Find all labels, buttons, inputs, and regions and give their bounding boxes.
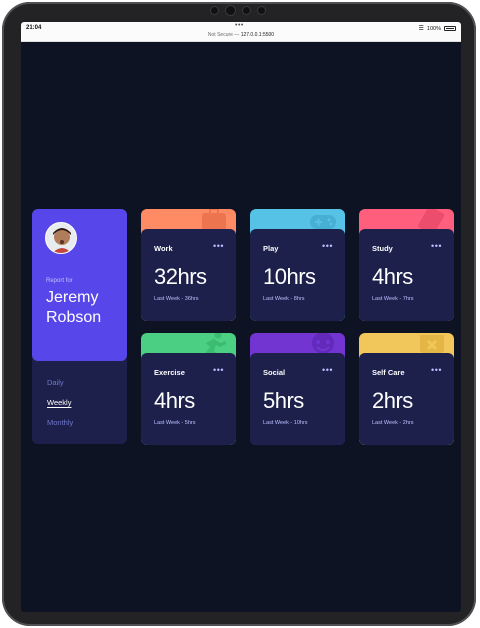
activity-card-social: Social ••• 5hrs Last Week - 10hrs [250, 333, 345, 445]
address-bar[interactable]: Not Secure — 127.0.0.1:5500 [21, 32, 461, 38]
ellipsis-icon[interactable]: ••• [431, 365, 442, 375]
card-body[interactable]: Play ••• 10hrs Last Week - 8hrs [250, 229, 345, 321]
previous-hours: Last Week - 2hrs [372, 420, 414, 426]
card-title: Study [372, 244, 393, 253]
activity-card-work: Work ••• 32hrs Last Week - 36hrs [141, 209, 236, 321]
ellipsis-icon[interactable]: ••• [322, 365, 333, 375]
period-monthly[interactable]: Monthly [47, 418, 73, 427]
current-hours: 4hrs [372, 264, 413, 289]
battery-icon [444, 26, 456, 31]
user-last-name: Robson [46, 309, 102, 326]
activity-card-self-care: Self Care ••• 2hrs Last Week - 2hrs [359, 333, 454, 445]
card-title: Social [263, 368, 286, 377]
previous-hours: Last Week - 7hrs [372, 296, 414, 302]
profile-header: Report for Jeremy Robson [32, 209, 127, 361]
user-name: Jeremy Robson [46, 288, 124, 328]
card-body[interactable]: Study ••• 4hrs Last Week - 7hrs [359, 229, 454, 321]
camera-icon [210, 4, 266, 16]
card-title: Work [154, 244, 173, 253]
user-first-name: Jeremy [46, 289, 99, 306]
card-body[interactable]: Social ••• 5hrs Last Week - 10hrs [250, 353, 345, 445]
ellipsis-icon[interactable]: ••• [213, 241, 224, 251]
url-host: 127.0.0.1:5500 [240, 32, 275, 38]
current-hours: 2hrs [372, 388, 413, 413]
tablet-frame: 21:04 ••• Not Secure — 127.0.0.1:5500 ☰ … [2, 2, 476, 626]
previous-hours: Last Week - 36hrs [154, 296, 199, 302]
previous-hours: Last Week - 10hrs [263, 420, 308, 426]
browser-status-bar: 21:04 ••• Not Secure — 127.0.0.1:5500 ☰ … [21, 22, 461, 42]
card-body[interactable]: Work ••• 32hrs Last Week - 36hrs [141, 229, 236, 321]
current-hours: 5hrs [263, 388, 304, 413]
ellipsis-icon[interactable]: ••• [322, 241, 333, 251]
card-body[interactable]: Self Care ••• 2hrs Last Week - 2hrs [359, 353, 454, 445]
activity-card-exercise: Exercise ••• 4hrs Last Week - 5hrs [141, 333, 236, 445]
avatar [45, 222, 77, 254]
card-body[interactable]: Exercise ••• 4hrs Last Week - 5hrs [141, 353, 236, 445]
activity-card-study: Study ••• 4hrs Last Week - 7hrs [359, 209, 454, 321]
previous-hours: Last Week - 8hrs [263, 296, 305, 302]
current-hours: 10hrs [263, 264, 316, 289]
status-time: 21:04 [26, 25, 42, 31]
wifi-icon: ☰ [418, 26, 424, 32]
security-label: Not Secure — [207, 32, 240, 38]
current-hours: 4hrs [154, 388, 195, 413]
battery-percent: 100% [426, 25, 441, 32]
period-daily[interactable]: Daily [47, 378, 64, 387]
ellipsis-icon[interactable]: ••• [213, 365, 224, 375]
period-weekly[interactable]: Weekly [47, 398, 71, 407]
card-title: Self Care [372, 368, 405, 377]
ellipsis-icon[interactable]: ••• [431, 241, 442, 251]
activity-card-play: Play ••• 10hrs Last Week - 8hrs [250, 209, 345, 321]
previous-hours: Last Week - 5hrs [154, 420, 196, 426]
more-options-icon[interactable]: ••• [235, 22, 244, 29]
status-indicators: ☰ 100% [419, 25, 456, 32]
screen: 21:04 ••• Not Secure — 127.0.0.1:5500 ☰ … [21, 22, 461, 612]
card-title: Play [263, 244, 279, 253]
current-hours: 32hrs [154, 264, 207, 289]
report-for-label: Report for [46, 278, 73, 284]
card-title: Exercise [154, 368, 185, 377]
profile-card: Report for Jeremy Robson Daily Weekly Mo… [32, 209, 127, 444]
